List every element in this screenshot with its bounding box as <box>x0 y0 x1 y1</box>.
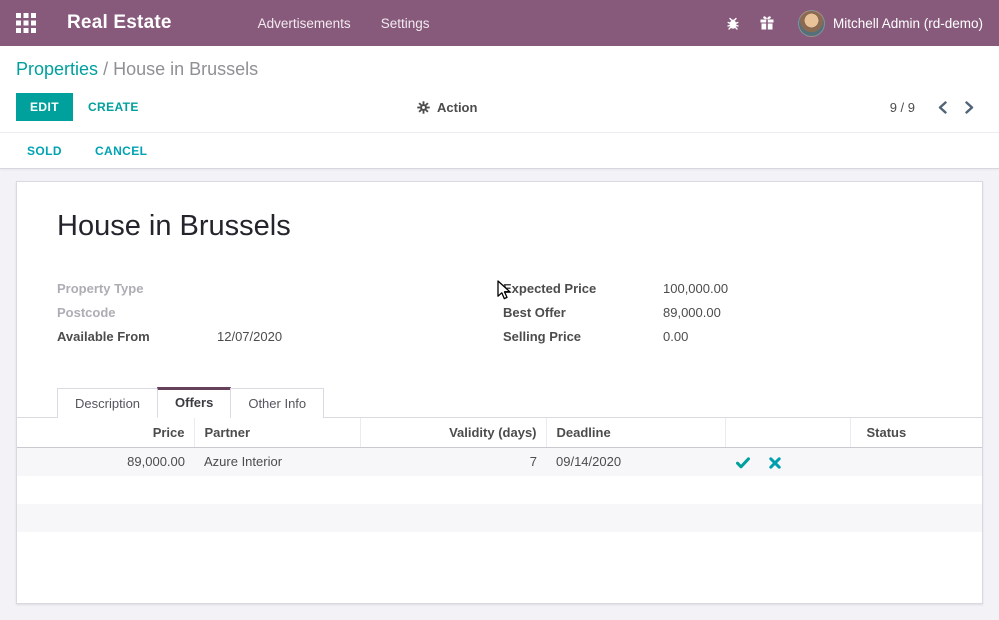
user-name[interactable]: Mitchell Admin (rd-demo) <box>833 16 983 31</box>
create-button[interactable]: CREATE <box>88 100 139 114</box>
control-panel-buttons: EDIT CREATE <box>16 93 983 121</box>
topbar: Real Estate Advertisements Settings Mitc… <box>0 0 999 46</box>
cancel-button[interactable]: CANCEL <box>95 144 147 158</box>
chevron-left-icon[interactable] <box>929 97 956 118</box>
chevron-right-icon[interactable] <box>956 97 983 118</box>
field-label: Postcode <box>57 305 217 320</box>
field-value: 12/07/2020 <box>217 329 282 344</box>
pager: 9 / 9 <box>890 97 983 118</box>
empty-row <box>17 476 982 504</box>
breadcrumb-properties[interactable]: Properties <box>16 59 98 79</box>
page-title: House in Brussels <box>57 210 942 243</box>
col-header-actions <box>725 418 850 448</box>
form-sheet: House in Brussels Property Type Postcode… <box>16 181 983 604</box>
bug-icon[interactable] <box>716 15 750 31</box>
col-header-price[interactable]: Price <box>17 418 194 448</box>
field-groups: Property Type Postcode Available From 12… <box>57 281 942 353</box>
field-available-from: Available From 12/07/2020 <box>57 329 503 345</box>
offer-validity[interactable]: 7 <box>360 448 546 476</box>
col-header-deadline[interactable]: Deadline <box>546 418 725 448</box>
field-expected-price: Expected Price 100,000.00 <box>503 281 942 297</box>
field-selling-price: Selling Price 0.00 <box>503 329 942 345</box>
action-menu[interactable]: Action <box>417 100 477 115</box>
form-statusbar: SOLD CANCEL <box>0 133 999 169</box>
topbar-right: Mitchell Admin (rd-demo) <box>716 10 983 37</box>
offer-partner[interactable]: Azure Interior <box>194 448 360 476</box>
menu-advertisements[interactable]: Advertisements <box>258 16 351 31</box>
col-header-status[interactable]: Status <box>850 418 982 448</box>
app-title: Real Estate <box>67 12 172 34</box>
offer-deadline[interactable]: 09/14/2020 <box>546 448 725 476</box>
field-label: Available From <box>57 329 217 344</box>
field-postcode: Postcode <box>57 305 503 321</box>
col-header-partner[interactable]: Partner <box>194 418 360 448</box>
field-best-offer: Best Offer 89,000.00 <box>503 305 942 321</box>
offers-table-header: Price Partner Validity (days) Deadline S… <box>17 418 982 448</box>
offers-table: Price Partner Validity (days) Deadline S… <box>17 418 982 560</box>
empty-row <box>17 532 982 560</box>
refuse-x-icon[interactable] <box>769 457 781 469</box>
apps-grid-icon[interactable] <box>16 13 36 33</box>
notebook-tabs: Description Offers Other Info <box>17 387 982 418</box>
content-area: House in Brussels Property Type Postcode… <box>0 169 999 620</box>
edit-button[interactable]: EDIT <box>16 93 73 121</box>
breadcrumb-current: House in Brussels <box>113 59 258 79</box>
breadcrumb-separator: / <box>103 59 113 79</box>
tab-description[interactable]: Description <box>57 388 158 418</box>
tab-other-info[interactable]: Other Info <box>230 388 324 418</box>
field-value: 100,000.00 <box>663 281 728 296</box>
empty-row <box>17 504 982 532</box>
field-value: 89,000.00 <box>663 305 721 320</box>
gift-icon[interactable] <box>750 15 784 31</box>
gear-icon <box>417 101 430 114</box>
col-header-validity[interactable]: Validity (days) <box>360 418 546 448</box>
field-label: Selling Price <box>503 329 663 344</box>
field-value: 0.00 <box>663 329 688 344</box>
sold-button[interactable]: SOLD <box>27 144 62 158</box>
topbar-menu: Advertisements Settings <box>258 16 430 31</box>
breadcrumb: Properties / House in Brussels <box>16 59 983 80</box>
field-group-right: Expected Price 100,000.00 Best Offer 89,… <box>503 281 942 353</box>
offer-price[interactable]: 89,000.00 <box>17 448 194 476</box>
field-label: Best Offer <box>503 305 663 320</box>
accept-check-icon[interactable] <box>736 457 750 469</box>
field-label: Property Type <box>57 281 217 296</box>
action-label: Action <box>437 100 477 115</box>
tab-offers[interactable]: Offers <box>157 387 231 418</box>
field-label: Expected Price <box>503 281 663 296</box>
offer-status <box>850 448 982 476</box>
pager-count: 9 / 9 <box>890 100 915 115</box>
offer-row[interactable]: 89,000.00 Azure Interior 7 09/14/2020 <box>17 448 982 476</box>
user-avatar[interactable] <box>798 10 825 37</box>
field-group-left: Property Type Postcode Available From 12… <box>57 281 503 353</box>
control-panel: Properties / House in Brussels EDIT CREA… <box>0 46 999 133</box>
offer-actions <box>725 448 850 476</box>
menu-settings[interactable]: Settings <box>381 16 430 31</box>
field-property-type: Property Type <box>57 281 503 297</box>
